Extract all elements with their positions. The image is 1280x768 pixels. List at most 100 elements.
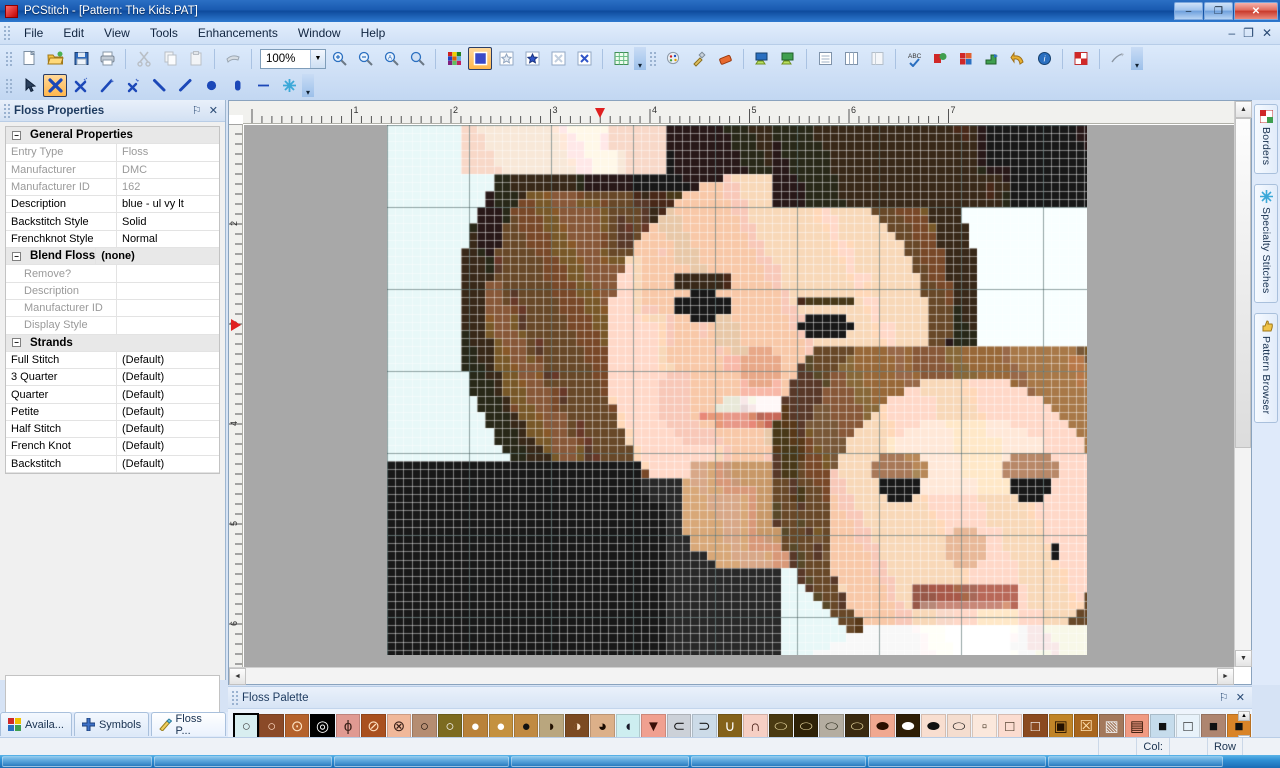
cross-stitch-pattern[interactable] bbox=[387, 125, 1087, 655]
floss-swatch[interactable]: ⊃ bbox=[692, 714, 717, 739]
quarter-stitch-tool-icon[interactable] bbox=[121, 74, 145, 97]
backstitch-icon[interactable] bbox=[980, 47, 1004, 70]
floss-swatch[interactable]: ▣ bbox=[1048, 714, 1073, 739]
undo-arrow-icon[interactable] bbox=[1006, 47, 1030, 70]
three-quarter-stitch-view-icon[interactable] bbox=[520, 47, 544, 70]
list-view-icon[interactable] bbox=[813, 47, 837, 70]
taskbar-item[interactable] bbox=[334, 756, 509, 767]
floss-swatch[interactable]: ⊂ bbox=[666, 714, 692, 739]
pattern-canvas[interactable] bbox=[244, 125, 1234, 667]
close-button[interactable]: ✕ bbox=[1234, 2, 1278, 20]
scroll-down-arrow[interactable]: ▼ bbox=[1235, 650, 1252, 667]
floss-swatch[interactable]: ▼ bbox=[641, 714, 666, 739]
canvas-vertical-scrollbar[interactable]: ▲ ▼ bbox=[1234, 101, 1252, 667]
property-row-quarter[interactable]: Quarter (Default) bbox=[6, 386, 219, 404]
property-value[interactable]: blue - ul vy lt bbox=[116, 196, 219, 213]
property-value[interactable] bbox=[116, 299, 219, 317]
mdi-minimize-button[interactable]: – bbox=[1228, 26, 1235, 40]
print-icon[interactable] bbox=[95, 47, 119, 70]
floss-swatch[interactable]: ⬬ bbox=[921, 714, 946, 739]
cross-stitch-view-icon[interactable] bbox=[572, 47, 596, 70]
floss-swatch[interactable]: ◕ bbox=[590, 714, 615, 739]
property-row-manufacturer[interactable]: Manufacturer DMC bbox=[6, 161, 219, 179]
floss-swatch[interactable]: ○ bbox=[437, 714, 463, 739]
property-value[interactable]: Floss bbox=[116, 144, 219, 161]
property-value[interactable]: (Default) bbox=[116, 421, 219, 438]
floss-swatch[interactable]: ⬭ bbox=[768, 714, 793, 739]
property-value[interactable]: (Default) bbox=[116, 438, 219, 455]
floss-swatch[interactable]: ▤ bbox=[1124, 714, 1150, 739]
property-value[interactable]: (Default) bbox=[116, 351, 219, 369]
group-value[interactable]: (none) bbox=[95, 248, 219, 265]
property-value[interactable]: DMC bbox=[116, 161, 219, 178]
paint-swatch-icon[interactable] bbox=[661, 47, 685, 70]
floss-swatch[interactable]: ϕ bbox=[335, 714, 361, 739]
page-view-icon[interactable] bbox=[865, 47, 889, 70]
property-value[interactable]: 162 bbox=[116, 178, 219, 196]
pointer-icon[interactable] bbox=[17, 74, 41, 97]
taskbar-item[interactable] bbox=[691, 756, 866, 767]
property-row-3-quarter[interactable]: 3 Quarter (Default) bbox=[6, 369, 219, 387]
property-value[interactable] bbox=[116, 282, 219, 299]
floss-swatch[interactable]: ◖ bbox=[615, 714, 641, 739]
floss-swatch[interactable]: ● bbox=[513, 714, 539, 739]
taskbar-item[interactable] bbox=[154, 756, 332, 767]
menu-item-tools[interactable]: Tools bbox=[140, 23, 188, 43]
property-value[interactable] bbox=[116, 317, 219, 334]
floss-swatch[interactable]: ⬭ bbox=[819, 714, 844, 739]
toolbar-overflow-button-2[interactable]: ▾ bbox=[1131, 47, 1143, 70]
open-folder-icon[interactable] bbox=[43, 47, 67, 70]
grid-icon[interactable] bbox=[609, 47, 633, 70]
magic-wand-icon[interactable] bbox=[95, 74, 119, 97]
floss-swatch[interactable]: ○ bbox=[232, 713, 260, 740]
floss-swatch[interactable]: ⬭ bbox=[946, 714, 972, 739]
export-photo-icon[interactable] bbox=[776, 47, 800, 70]
floss-swatch[interactable]: □ bbox=[997, 714, 1023, 739]
floss-swatch[interactable]: ◑ bbox=[564, 714, 590, 739]
floss-swatch[interactable]: ◗ bbox=[539, 714, 564, 739]
floss-swatch[interactable]: □ bbox=[1175, 714, 1201, 739]
floss-swatch[interactable]: ⬬ bbox=[895, 714, 921, 739]
toolbar-overflow-button[interactable]: ▾ bbox=[634, 47, 646, 70]
property-row-manufacturer-id[interactable]: Manufacturer ID 162 bbox=[6, 178, 219, 197]
sidebar-tab-available-floss[interactable]: Availa... bbox=[0, 712, 72, 736]
eraser-icon[interactable] bbox=[713, 47, 737, 70]
floss-swatch[interactable]: ▧ bbox=[1099, 714, 1124, 739]
quarter-stitch-view-icon[interactable] bbox=[494, 47, 518, 70]
mdi-close-button[interactable]: ✕ bbox=[1262, 26, 1272, 40]
floss-swatch[interactable]: ⬬ bbox=[870, 714, 895, 739]
scroll-up-arrow[interactable]: ▲ bbox=[1235, 101, 1252, 118]
new-document-icon[interactable] bbox=[17, 47, 41, 70]
info-icon[interactable]: i bbox=[1032, 47, 1056, 70]
half-stitch-tool-icon[interactable] bbox=[69, 74, 93, 97]
floss-swatch[interactable]: ∩ bbox=[743, 714, 768, 739]
french-knot-icon[interactable] bbox=[199, 74, 223, 97]
sidebar-tab-floss-properties[interactable]: Floss P... bbox=[151, 712, 226, 737]
straight-line-icon[interactable] bbox=[173, 74, 197, 97]
floss-swatch[interactable]: ∪ bbox=[717, 714, 743, 739]
half-stitch-view-icon[interactable] bbox=[546, 47, 570, 70]
floss-swatch[interactable]: ● bbox=[463, 714, 488, 739]
full-stitch-view-icon[interactable] bbox=[468, 47, 492, 70]
zoom-in-icon[interactable] bbox=[327, 47, 351, 70]
floss-swatch[interactable]: □ bbox=[1023, 714, 1048, 739]
minimize-button[interactable]: – bbox=[1174, 2, 1203, 20]
property-group-blend-floss[interactable]: − Blend Floss (none) bbox=[6, 248, 219, 266]
toolbar-grip-standard[interactable] bbox=[5, 50, 13, 67]
pin-icon[interactable]: ⚐ bbox=[192, 104, 202, 117]
restore-button[interactable]: ❐ bbox=[1204, 2, 1233, 20]
pin-icon[interactable]: ⚐ bbox=[1219, 691, 1229, 704]
property-row-frenchknot-style[interactable]: Frenchknot Style Normal bbox=[6, 230, 219, 249]
mdi-restore-button[interactable]: ❐ bbox=[1243, 26, 1254, 40]
property-row-backstitch-style[interactable]: Backstitch Style Solid bbox=[6, 213, 219, 231]
sidebar-tab-symbols[interactable]: Symbols bbox=[73, 712, 150, 736]
palette-scroll-up[interactable]: ▲ bbox=[1238, 711, 1250, 721]
property-row-blend-description[interactable]: Description bbox=[6, 282, 219, 300]
zoom-out-icon[interactable] bbox=[353, 47, 377, 70]
property-group-general[interactable]: − General Properties bbox=[6, 127, 219, 145]
zoom-selection-icon[interactable] bbox=[405, 47, 429, 70]
taskbar-item[interactable] bbox=[511, 756, 689, 767]
menu-item-file[interactable]: File bbox=[14, 23, 53, 43]
borders-icon[interactable] bbox=[1069, 47, 1093, 70]
spellcheck-icon[interactable]: ABC bbox=[902, 47, 926, 70]
